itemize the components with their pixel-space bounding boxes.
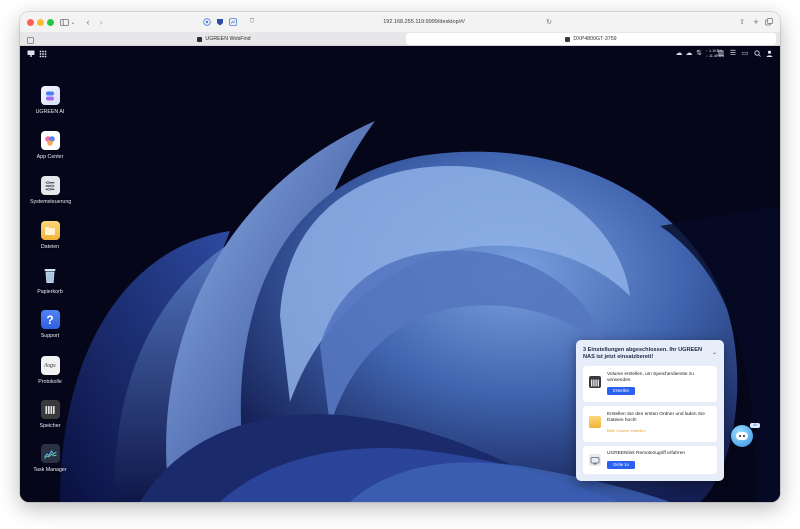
show-desktop-icon[interactable] — [27, 50, 35, 58]
volume-icon — [589, 376, 601, 388]
assistant-badge: AI — [750, 423, 760, 428]
support-icon: ? — [40, 310, 60, 329]
address-bar[interactable]: 192.168.255.119:9999/desktop/#/ — [270, 16, 578, 28]
reload-icon[interactable]: ↻ — [545, 16, 553, 28]
user-icon[interactable] — [765, 50, 773, 58]
browser-window: ⌄ ‹ › ⛉ 192.168.255.119:9999/desktop/#/ … — [20, 12, 780, 502]
collapse-chevron-icon[interactable]: ⌄ — [712, 349, 717, 356]
privacy-shield-icon[interactable]: ⛉ — [248, 16, 256, 28]
setup-card-folder: Erstellen Sie den ersten Ordner und lade… — [583, 406, 717, 442]
back-icon[interactable]: ‹ — [84, 16, 92, 28]
tab-ugreen-webfind[interactable]: UGREEN WebFind — [34, 33, 414, 45]
folder-icon — [40, 221, 60, 240]
minimize-window-button[interactable] — [37, 19, 44, 26]
extension-icon-1[interactable] — [202, 16, 211, 28]
close-window-button[interactable] — [27, 19, 34, 26]
app-center-icon — [40, 131, 60, 150]
browser-toolbar: ⌄ ‹ › ⛉ 192.168.255.119:9999/desktop/#/ … — [20, 12, 780, 32]
chat-icon[interactable]: ▭ — [741, 50, 749, 58]
desktop-icon-control-panel[interactable]: Systemsteuerung — [30, 176, 71, 205]
create-volume-link[interactable]: Bitte Volume erstellen — [607, 428, 646, 433]
go-to-button[interactable]: Gehe zu — [607, 461, 635, 469]
ugreen-ai-icon — [40, 86, 60, 105]
storage-icon — [40, 400, 60, 419]
favicon-icon — [197, 36, 203, 42]
trash-icon — [41, 266, 60, 285]
desktop-icon-storage[interactable]: Speicher — [30, 400, 70, 429]
sidebar-tab-icon[interactable] — [26, 34, 34, 46]
new-tab-icon[interactable]: + — [752, 16, 760, 28]
tab-bar: UGREEN WebFind DXP4800GT-3759 — [20, 32, 780, 46]
task-list-icon[interactable]: ☰ — [729, 50, 737, 58]
setup-card-ugreenlink: UGREENlink Remotezugriff erfahren Gehe z… — [583, 446, 717, 474]
tab-overview-icon[interactable] — [765, 16, 773, 28]
desktop-icon-support[interactable]: ? Support — [30, 310, 70, 339]
app-grid-icon[interactable] — [39, 50, 47, 58]
setup-panel: 3 Einstellungen abgeschlossen. Ihr UGREE… — [576, 340, 724, 481]
nas-desktop: ☁ ☁ ⇅ ↑ 1.1KB/s ↓ 11.4KB/s ▥ ☰ ▭ UGREEN … — [20, 46, 780, 502]
logs-icon: /logs — [40, 356, 60, 375]
setup-card-volume: Volume erstellen, um Speicherdienste zu … — [583, 366, 717, 402]
chevron-down-icon[interactable]: ⌄ — [70, 16, 76, 28]
setup-panel-title: 3 Einstellungen abgeschlossen. Ihr UGREE… — [583, 347, 703, 360]
sidebar-toggle-icon[interactable] — [59, 16, 69, 28]
assistant-bot-icon[interactable] — [731, 425, 753, 447]
extension-icon-2[interactable] — [215, 16, 224, 28]
desktop-icon-task-manager[interactable]: Task Manager — [30, 444, 70, 473]
task-manager-icon — [40, 444, 60, 463]
share-icon[interactable]: ⇧ — [738, 16, 746, 28]
extension-icon-3[interactable] — [228, 16, 237, 28]
ugreenlink-icon — [589, 454, 601, 466]
forward-icon[interactable]: › — [97, 16, 105, 28]
desktop-icon-ugreen-ai[interactable]: UGREEN AI — [30, 86, 70, 115]
tab-dxp4800gt[interactable]: DXP4800GT-3759 — [406, 33, 776, 45]
favicon-icon — [565, 36, 571, 42]
create-volume-button[interactable]: Erstellen — [607, 387, 636, 395]
control-panel-icon — [40, 176, 60, 195]
desktop-icon-trash[interactable]: Papierkorb — [30, 266, 70, 295]
search-icon[interactable] — [753, 50, 761, 58]
cloud-icon[interactable]: ☁ — [685, 50, 693, 58]
desktop-icon-files[interactable]: Dateien — [30, 221, 70, 250]
folder-icon — [589, 416, 601, 428]
network-icon[interactable]: ⇅ — [695, 50, 703, 58]
zoom-window-button[interactable] — [47, 19, 54, 26]
desktop-icon-logs[interactable]: /logs Protokolle — [30, 356, 70, 385]
widgets-icon[interactable]: ▥ — [717, 50, 725, 58]
backup-icon[interactable]: ☁ — [675, 50, 683, 58]
nas-topbar: ☁ ☁ ⇅ ↑ 1.1KB/s ↓ 11.4KB/s ▥ ☰ ▭ — [20, 46, 780, 62]
desktop-icon-app-center[interactable]: App Center — [30, 131, 70, 160]
